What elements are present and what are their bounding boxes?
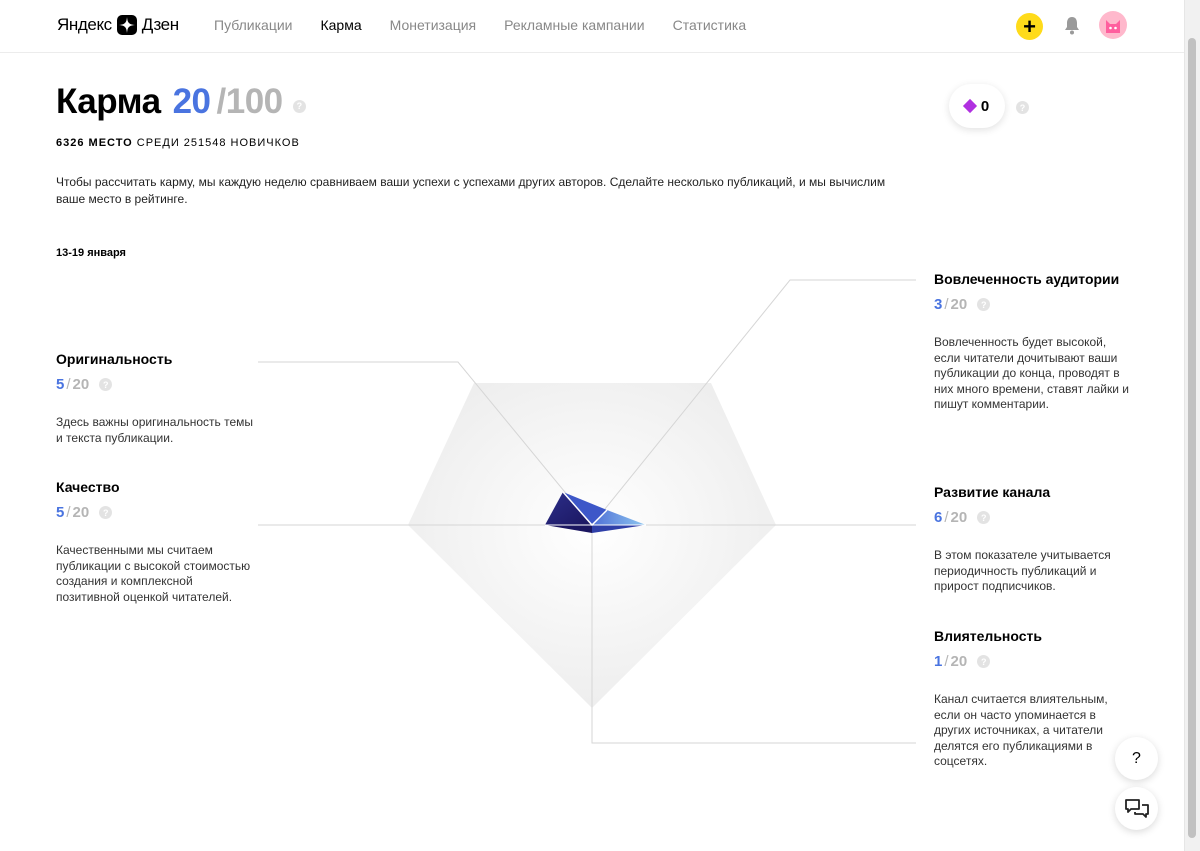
- scrollbar-thumb[interactable]: [1188, 38, 1196, 838]
- metric-growth: Развитие канала 6 / 20 ? В этом показате…: [934, 484, 1134, 595]
- nav-karma[interactable]: Карма: [320, 17, 361, 33]
- nav-statistics[interactable]: Статистика: [673, 17, 747, 33]
- radar-segment-engagement: [563, 492, 607, 525]
- metric-value: 1: [934, 653, 943, 670]
- metric-slash: /: [944, 653, 949, 670]
- metric-score: 1 / 20 ?: [934, 653, 1134, 670]
- points-value: 0: [980, 97, 990, 115]
- metric-slash: /: [66, 376, 71, 393]
- title-text: Карма: [56, 82, 161, 121]
- metric-description: Канал считается влиятельным, если он час…: [934, 692, 1108, 768]
- radar-crystal-edges: [562, 491, 608, 527]
- create-button[interactable]: +: [1016, 13, 1043, 40]
- metric-slash: /: [944, 296, 949, 313]
- points-help-icon[interactable]: ?: [1016, 101, 1029, 114]
- metric-slash: /: [66, 504, 71, 521]
- karma-score: 20: [172, 82, 211, 121]
- rank-rest: СРЕДИ 251548 НОВИЧКОВ: [136, 137, 300, 149]
- metric-max: 20: [72, 376, 90, 393]
- radar-segment-growth: [592, 510, 646, 525]
- avatar[interactable]: [1099, 11, 1127, 39]
- metric-score: 5 / 20 ?: [56, 504, 256, 521]
- leader-influence: [591, 525, 916, 744]
- leader-engagement: [591, 279, 916, 526]
- metric-max: 20: [950, 653, 968, 670]
- radar-background: [408, 383, 776, 708]
- metric-title: Влиятельность: [934, 628, 1042, 644]
- page-scrollbar[interactable]: [1184, 0, 1200, 851]
- metric-score: 6 / 20 ?: [934, 509, 1134, 526]
- nav-publications[interactable]: Публикации: [214, 17, 292, 33]
- metric-title: Качество: [56, 479, 120, 495]
- yandex-zen-logo[interactable]: Яндекс Дзен: [57, 13, 179, 37]
- metric-value: 6: [934, 509, 943, 526]
- rank-line: 6326 МЕСТО СРЕДИ 251548 НОВИЧКОВ: [56, 137, 300, 149]
- metric-score: 5 / 20 ?: [56, 376, 256, 393]
- metric-description: В этом показателе учитывается периодично…: [934, 548, 1111, 593]
- metric-originality: Оригинальность 5 / 20 ? Здесь важны ориг…: [56, 351, 256, 446]
- bell-icon[interactable]: [1063, 16, 1081, 36]
- main-nav: Публикации Карма Монетизация Рекламные к…: [214, 17, 746, 33]
- rank-place: 6326 МЕСТО: [56, 137, 133, 149]
- points-badge[interactable]: 0: [949, 84, 1005, 128]
- help-button[interactable]: ?: [1115, 737, 1158, 780]
- karma-help-icon[interactable]: ?: [292, 99, 306, 113]
- radar-segment-influence: [592, 525, 646, 533]
- logo-zen-text: Дзен: [141, 15, 179, 34]
- metric-title: Вовлеченность аудитории: [934, 271, 1120, 287]
- metric-score: 3 / 20 ?: [934, 296, 1134, 313]
- metric-max: 20: [950, 509, 968, 526]
- metric-title: Оригинальность: [56, 351, 173, 367]
- nav-ad-campaigns[interactable]: Рекламные кампании: [504, 17, 644, 33]
- metric-description: Здесь важны оригинальность темы и текста…: [56, 415, 254, 445]
- nav-monetization[interactable]: Монетизация: [390, 17, 477, 33]
- metric-help-icon[interactable]: ?: [977, 298, 991, 311]
- chat-button[interactable]: [1115, 787, 1158, 830]
- metric-value: 5: [56, 376, 65, 393]
- metric-engagement: Вовлеченность аудитории 3 / 20 ? Вовлече…: [934, 271, 1134, 413]
- metric-description: Качественными мы считаем публикации с вы…: [56, 543, 251, 604]
- metric-value: 5: [56, 504, 65, 521]
- radar-segment-originality: [545, 492, 592, 525]
- metric-help-icon[interactable]: ?: [977, 655, 991, 668]
- karma-intro: Чтобы рассчитать карму, мы каждую неделю…: [56, 175, 886, 206]
- page-title: Карма 20 /100 ?: [56, 82, 306, 122]
- metric-description: Вовлеченность будет высокой, если читате…: [934, 335, 1129, 411]
- metric-slash: /: [944, 509, 949, 526]
- logo-text: Яндекс: [57, 15, 112, 34]
- top-header: Яндекс Дзен Публикации Карма Монетизация…: [0, 0, 1185, 53]
- karma-max: /100: [216, 82, 284, 121]
- metric-max: 20: [950, 296, 968, 313]
- metric-help-icon[interactable]: ?: [977, 511, 991, 524]
- zen-star-icon: [116, 15, 137, 35]
- diamond-icon: [962, 98, 977, 114]
- chat-icon: [1124, 798, 1149, 818]
- metric-influence: Влиятельность 1 / 20 ? Канал считается в…: [934, 628, 1134, 770]
- metric-quality: Качество 5 / 20 ? Качественными мы счита…: [56, 479, 256, 605]
- radar-segment-quality: [545, 525, 592, 533]
- metric-title: Развитие канала: [934, 484, 1051, 500]
- metric-max: 20: [72, 504, 90, 521]
- leader-originality: [258, 361, 593, 526]
- metric-help-icon[interactable]: ?: [99, 506, 113, 519]
- cat-avatar-icon: [1106, 20, 1120, 33]
- period-label: 13-19 января: [56, 247, 126, 259]
- metric-value: 3: [934, 296, 943, 313]
- metric-help-icon[interactable]: ?: [99, 378, 113, 391]
